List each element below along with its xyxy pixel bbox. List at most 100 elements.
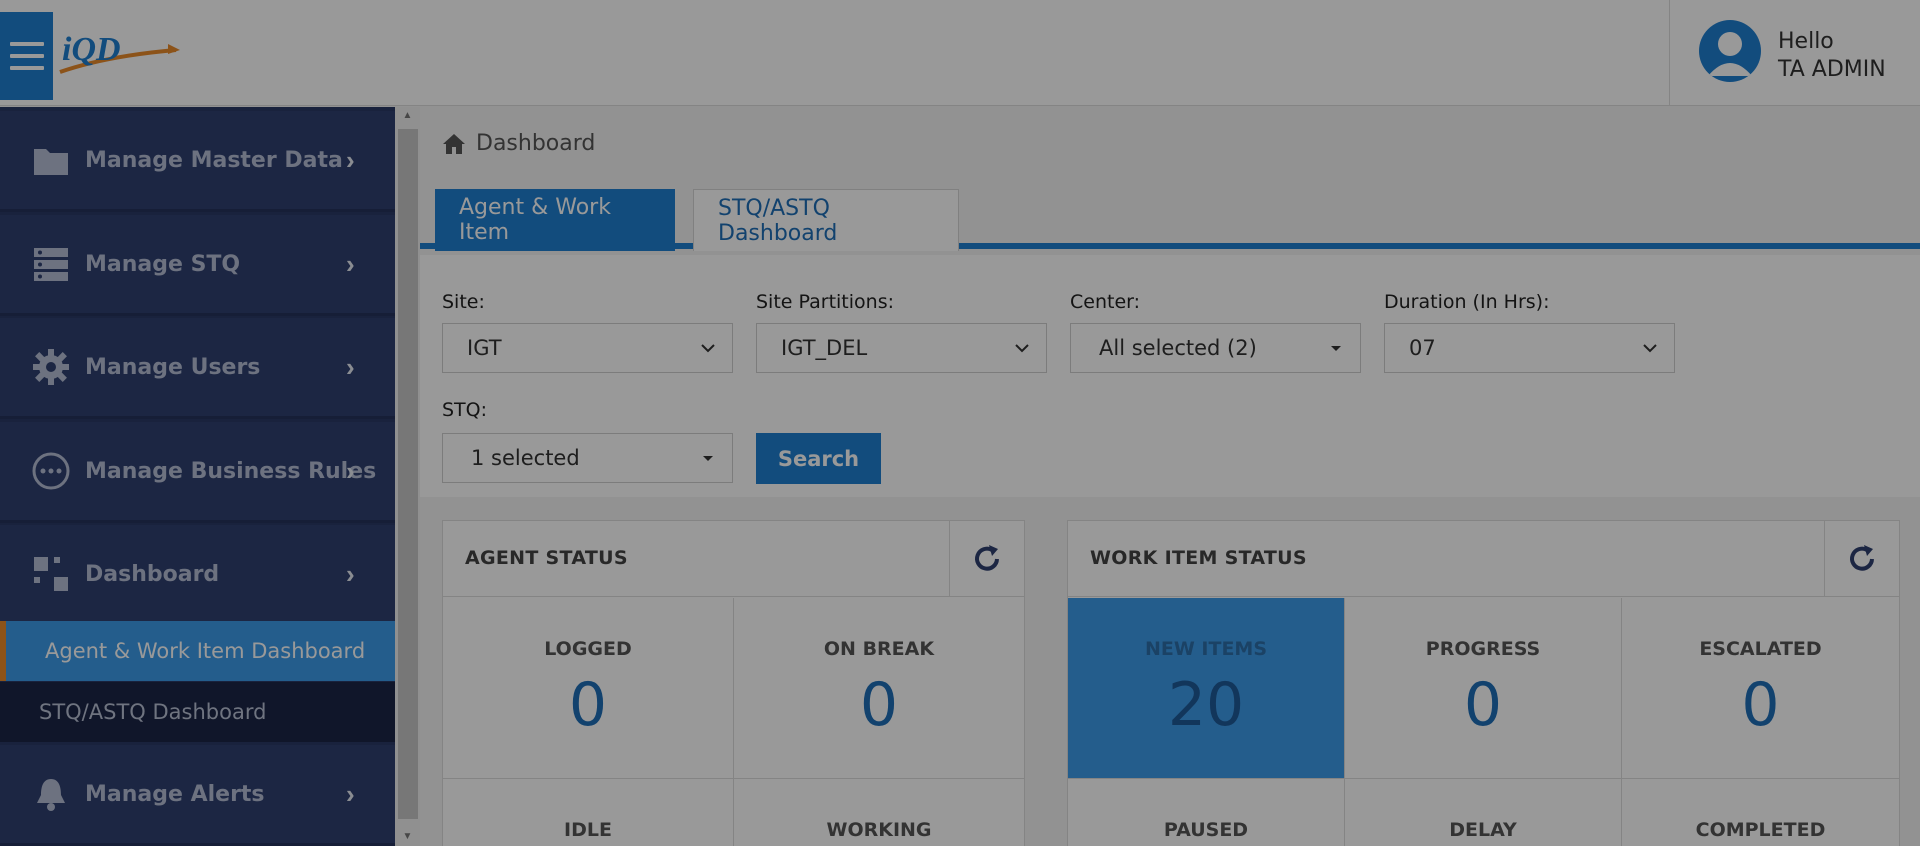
scrollbar-thumb[interactable] <box>398 129 418 819</box>
agent-on-break-cell[interactable]: ON BREAK 0 <box>734 598 1024 779</box>
hamburger-icon-bar <box>9 54 44 58</box>
scroll-up-arrow-icon[interactable]: ▲ <box>395 107 420 125</box>
agent-status-panel: AGENT STATUS LOGGED 0 ON BREAK 0 IDLE WO… <box>442 520 1025 846</box>
center-value: All selected (2) <box>1099 336 1257 360</box>
chevron-down-icon <box>1643 344 1657 353</box>
agent-status-title: AGENT STATUS <box>465 547 628 569</box>
agent-working-cell[interactable]: WORKING <box>734 779 1024 846</box>
dashboard-tabs: Agent & Work Item STQ/ASTQ Dashboard <box>420 189 1920 251</box>
hamburger-menu-button[interactable] <box>0 12 53 100</box>
sidebar-item-manage-users[interactable]: Manage Users › <box>0 318 395 419</box>
main-content: Dashboard Agent & Work Item STQ/ASTQ Das… <box>420 107 1920 846</box>
sidebar-item-label: Dashboard <box>85 561 220 587</box>
work-completed-cell[interactable]: COMPLETED <box>1622 779 1899 846</box>
site-partitions-value: IGT_DEL <box>781 336 868 360</box>
cell-label: NEW ITEMS <box>1144 638 1268 660</box>
home-icon <box>443 133 465 154</box>
center-label: Center: <box>1070 291 1141 313</box>
work-new-items-cell[interactable]: NEW ITEMS 20 <box>1068 598 1345 779</box>
duration-select[interactable]: 07 <box>1384 323 1675 373</box>
server-icon <box>34 248 68 281</box>
duration-label: Duration (In Hrs): <box>1384 291 1550 313</box>
agent-status-refresh-button[interactable] <box>949 521 1024 597</box>
cell-label: IDLE <box>564 819 612 841</box>
folder-icon <box>34 149 68 175</box>
work-item-status-refresh-button[interactable] <box>1824 521 1899 597</box>
sidebar-item-manage-business-rules[interactable]: Manage Business Rules › <box>0 422 395 523</box>
sidebar: Manage Master Data › Manage STQ › Manage… <box>0 107 395 846</box>
chevron-right-icon: › <box>346 455 355 486</box>
breadcrumb: Dashboard <box>442 131 595 156</box>
stq-label: STQ: <box>442 399 488 421</box>
work-progress-cell[interactable]: PROGRESS 0 <box>1345 598 1622 779</box>
chevron-down-icon <box>1015 344 1029 353</box>
cell-label: LOGGED <box>544 638 632 660</box>
filter-panel: Site: IGT Site Partitions: IGT_DEL Cente… <box>420 255 1920 497</box>
sidebar-item-dashboard[interactable]: Dashboard › <box>0 525 395 626</box>
search-button[interactable]: Search <box>756 433 881 484</box>
chevron-right-icon: › <box>346 558 355 589</box>
sidebar-item-label: Manage Master Data <box>85 147 343 173</box>
cell-value: 0 <box>1463 670 1503 740</box>
iqd-logo: iQD <box>59 31 180 74</box>
site-label: Site: <box>442 291 485 313</box>
more-circle-icon <box>32 452 70 490</box>
chevron-right-icon: › <box>346 248 355 279</box>
chevron-right-icon: › <box>346 351 355 382</box>
user-icon <box>1708 32 1752 76</box>
breadcrumb-label: Dashboard <box>476 131 596 156</box>
sidebar-subitem-stq-astq-dashboard[interactable]: STQ/ASTQ Dashboard <box>0 682 395 742</box>
site-select[interactable]: IGT <box>442 323 733 373</box>
cell-value: 0 <box>568 670 608 740</box>
site-partitions-select[interactable]: IGT_DEL <box>756 323 1047 373</box>
gear-icon <box>33 349 69 385</box>
chevron-down-icon <box>701 344 715 353</box>
sidebar-scrollbar[interactable]: ▲ ▼ <box>395 107 420 846</box>
sidebar-item-label: Manage Users <box>85 354 261 380</box>
sidebar-item-manage-stq[interactable]: Manage STQ › <box>0 215 395 316</box>
scroll-down-arrow-icon[interactable]: ▼ <box>395 828 420 846</box>
cell-value: 0 <box>1741 670 1780 740</box>
cell-label: WORKING <box>826 819 932 841</box>
cell-label: PAUSED <box>1163 819 1249 841</box>
cell-value: 20 <box>1167 670 1245 740</box>
sidebar-item-label: Manage Alerts <box>85 781 265 807</box>
work-delay-cell[interactable]: DELAY <box>1345 779 1622 846</box>
sidebar-subitem-label: Agent & Work Item Dashboard <box>45 639 366 663</box>
sidebar-item-label: Manage Business Rules <box>85 458 377 484</box>
chevron-right-icon: › <box>346 144 355 175</box>
refresh-icon <box>1850 545 1874 571</box>
tab-stq-astq-dashboard[interactable]: STQ/ASTQ Dashboard <box>693 189 959 251</box>
work-item-status-header: WORK ITEM STATUS <box>1068 521 1899 597</box>
user-menu[interactable]: Hello TA ADMIN <box>1669 0 1920 106</box>
work-item-status-panel: WORK ITEM STATUS NEW ITEMS 20 PROGRESS 0… <box>1067 520 1900 846</box>
grid-icon <box>34 557 68 591</box>
cell-label: COMPLETED <box>1695 819 1826 841</box>
refresh-icon <box>975 545 999 571</box>
hamburger-icon-bar <box>9 66 44 70</box>
duration-value: 07 <box>1409 336 1436 360</box>
hamburger-icon-bar <box>9 42 44 46</box>
sidebar-subitem-label: STQ/ASTQ Dashboard <box>39 700 267 724</box>
top-header: iQD Hello TA ADMIN <box>0 0 1920 106</box>
user-avatar <box>1699 20 1761 82</box>
agent-logged-cell[interactable]: LOGGED 0 <box>443 598 734 779</box>
agent-idle-cell[interactable]: IDLE <box>443 779 734 846</box>
greeting-text: Hello <box>1778 29 1834 54</box>
stq-multiselect[interactable]: 1 selected <box>442 433 733 483</box>
work-escalated-cell[interactable]: ESCALATED 0 <box>1622 598 1899 779</box>
center-multiselect[interactable]: All selected (2) <box>1070 323 1361 373</box>
cell-label: ESCALATED <box>1699 638 1822 660</box>
sidebar-item-manage-master-data[interactable]: Manage Master Data › <box>0 111 395 212</box>
sidebar-item-manage-alerts[interactable]: Manage Alerts › <box>0 745 395 846</box>
cell-label: ON BREAK <box>823 638 935 660</box>
bell-icon <box>37 779 65 811</box>
caret-down-icon <box>1331 346 1341 351</box>
username-text: TA ADMIN <box>1778 57 1886 82</box>
sidebar-subitem-agent-work-item-dashboard[interactable]: Agent & Work Item Dashboard <box>0 621 395 681</box>
stq-value: 1 selected <box>471 446 580 470</box>
work-paused-cell[interactable]: PAUSED <box>1068 779 1345 846</box>
agent-status-header: AGENT STATUS <box>443 521 1024 597</box>
site-partitions-label: Site Partitions: <box>756 291 895 313</box>
tab-agent-work-item[interactable]: Agent & Work Item <box>435 189 675 251</box>
